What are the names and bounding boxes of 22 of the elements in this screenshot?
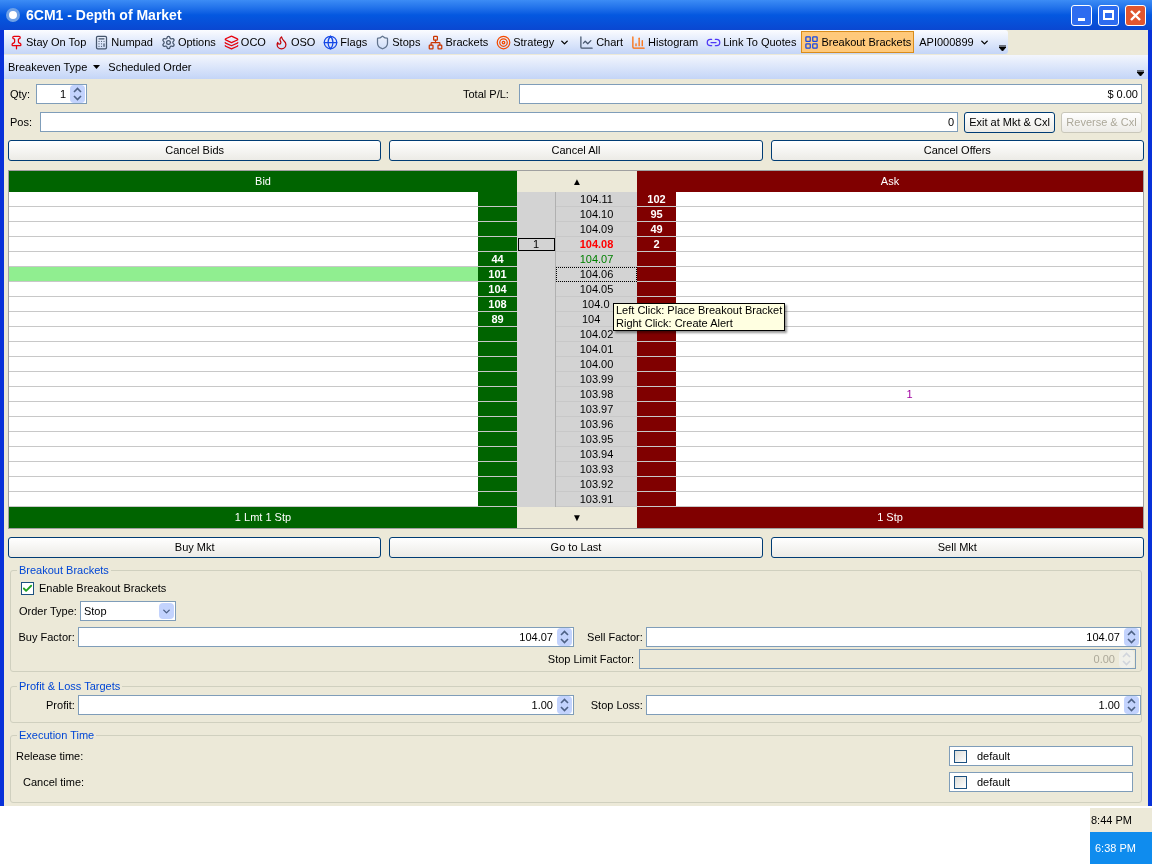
field-label: Sell Factor: xyxy=(586,629,643,645)
field-label: Profit: xyxy=(45,697,75,713)
field-label: Stop Limit Factor: xyxy=(547,651,634,667)
ask-footer: 1 Stp xyxy=(637,507,1143,528)
bid-header: Bid xyxy=(9,171,517,192)
total-pl-field: $ 0.00 xyxy=(519,84,1142,104)
window-title: 6CM1 - Depth of Market xyxy=(26,5,182,25)
ask-header: Ask xyxy=(637,171,1143,192)
status-clock: 8:44 PM xyxy=(1090,808,1152,832)
field-label: Qty: xyxy=(10,86,32,102)
field-label: Cancel time: xyxy=(23,774,85,790)
field-label: Buy Factor: xyxy=(17,629,75,645)
field-label: Order Type: xyxy=(19,603,77,619)
checkbox-label: Enable Breakout Brackets xyxy=(39,580,167,596)
bid-footer: 1 Lmt 1 Stp xyxy=(9,507,517,528)
field-label: Total P/L: xyxy=(463,86,510,102)
field-label: Release time: xyxy=(16,748,84,764)
field-label: Stop Loss: xyxy=(589,697,643,713)
taskbar-clock: 6:38 PM xyxy=(1090,832,1152,864)
field-label: Pos: xyxy=(10,114,33,130)
position-field: 0 xyxy=(40,112,958,132)
tooltip: Left Click: Place Breakout Bracket Right Click: Create Alert xyxy=(613,303,786,331)
